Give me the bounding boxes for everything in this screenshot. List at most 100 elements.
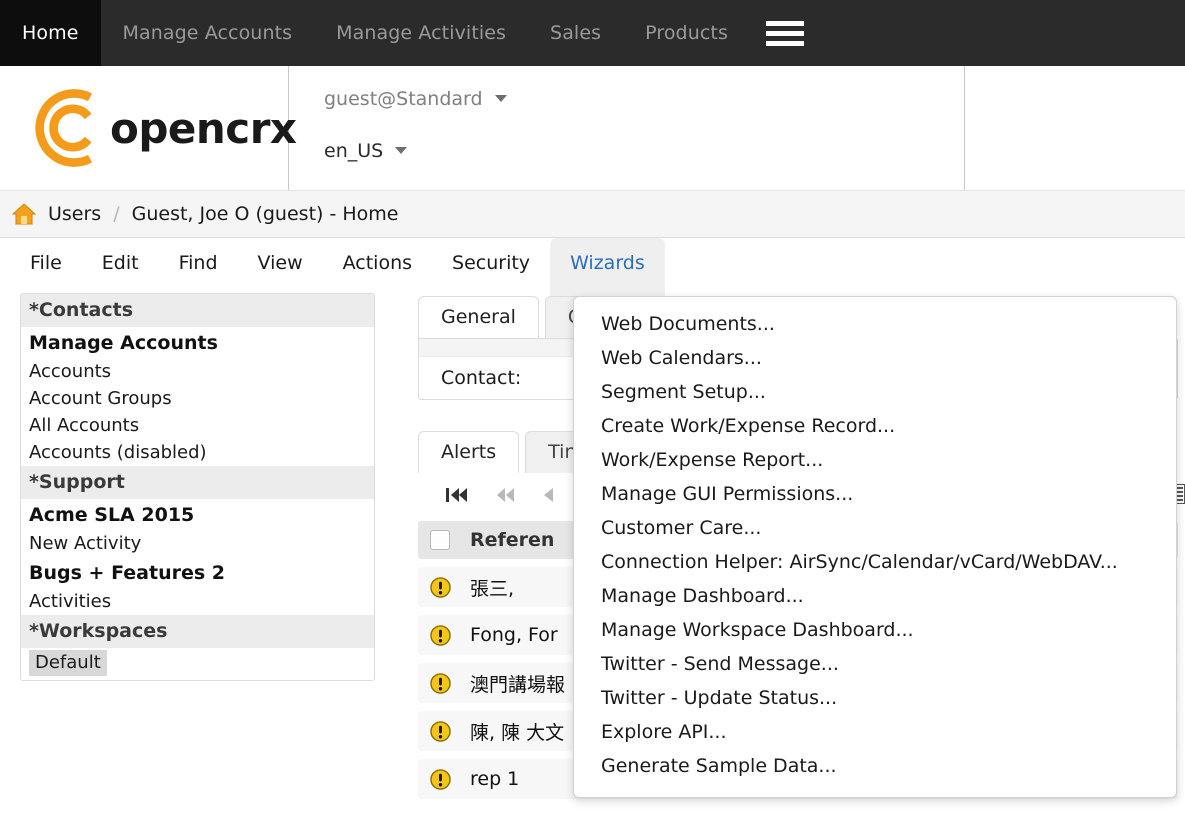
- sidebar-item-label: Manage Accounts: [29, 332, 218, 354]
- sidebar-item-manage-accounts[interactable]: Manage Accounts: [21, 327, 374, 358]
- menu-item-label: Wizards: [570, 252, 645, 274]
- sidebar-item-label: All Accounts: [29, 415, 140, 436]
- wizard-item-web-calendars[interactable]: Web Calendars...: [574, 341, 1176, 375]
- wizard-item-label: Twitter - Send Message...: [601, 653, 839, 675]
- menu-item-actions[interactable]: Actions: [323, 238, 432, 290]
- hamburger-bar: [765, 40, 804, 46]
- sidebar-item-account-groups[interactable]: Account Groups: [21, 385, 374, 412]
- user-account-selector[interactable]: guest@Standard: [324, 88, 507, 110]
- sidebar-item-bugs-features-2[interactable]: Bugs + Features 2: [21, 557, 374, 588]
- sidebar-item-label: Accounts (disabled): [29, 442, 207, 463]
- menu-item-label: Security: [452, 252, 531, 274]
- sidebar-item-all-accounts[interactable]: All Accounts: [21, 412, 374, 439]
- tab-label: General: [441, 306, 516, 328]
- sidebar-item-accounts-disabled[interactable]: Accounts (disabled): [21, 439, 374, 466]
- wizard-item-work-expense-report[interactable]: Work/Expense Report...: [574, 443, 1176, 477]
- wizard-item-label: Create Work/Expense Record...: [601, 415, 896, 437]
- wizard-item-label: Segment Setup...: [601, 381, 766, 403]
- wizards-dropdown-menu: Web Documents... Web Calendars... Segmen…: [573, 296, 1177, 798]
- sidebar-item-label: New Activity: [29, 533, 142, 554]
- wizard-item-label: Manage GUI Permissions...: [601, 483, 854, 505]
- wizard-item-manage-dashboard[interactable]: Manage Dashboard...: [574, 579, 1176, 613]
- menu-item-wizards[interactable]: Wizards: [550, 238, 665, 298]
- sidebar-item-label: Default: [35, 652, 101, 673]
- menu-item-security[interactable]: Security: [432, 238, 550, 290]
- wizard-item-web-documents[interactable]: Web Documents...: [574, 307, 1176, 341]
- breadcrumb: Users / Guest, Joe O (guest) - Home: [0, 191, 1185, 238]
- wizard-item-create-work-expense-record[interactable]: Create Work/Expense Record...: [574, 409, 1176, 443]
- wizard-item-label: Twitter - Update Status...: [601, 687, 838, 709]
- alert-reference: 張三,: [470, 577, 515, 600]
- alert-reference: 澳門講場報: [470, 673, 566, 696]
- rewind-page-icon[interactable]: [494, 487, 516, 503]
- wizard-item-connection-helper[interactable]: Connection Helper: AirSync/Calendar/vCar…: [574, 545, 1176, 579]
- menu-item-find[interactable]: Find: [159, 238, 238, 290]
- alert-icon: [430, 576, 451, 598]
- menu-item-edit[interactable]: Edit: [82, 238, 159, 290]
- topnav-item-label: Manage Activities: [336, 22, 507, 44]
- sidebar-item-activities[interactable]: Activities: [21, 588, 374, 615]
- chevron-down-icon: [395, 147, 408, 154]
- wizard-item-twitter-update-status[interactable]: Twitter - Update Status...: [574, 681, 1176, 715]
- user-account-label: guest@Standard: [324, 88, 483, 110]
- wizard-item-label: Manage Dashboard...: [601, 585, 804, 607]
- hamburger-icon[interactable]: [750, 0, 820, 66]
- wizard-item-label: Manage Workspace Dashboard...: [601, 619, 914, 641]
- tab-alerts[interactable]: Alerts: [418, 431, 520, 473]
- wizard-item-customer-care[interactable]: Customer Care...: [574, 511, 1176, 545]
- column-header-reference: Referen: [470, 529, 555, 551]
- wizard-item-label: Customer Care...: [601, 517, 762, 539]
- sidebar-item-new-activity[interactable]: New Activity: [21, 530, 374, 557]
- wizard-item-label: Work/Expense Report...: [601, 449, 824, 471]
- wizard-item-segment-setup[interactable]: Segment Setup...: [574, 375, 1176, 409]
- locale-selector[interactable]: en_US: [324, 140, 408, 162]
- menu-item-label: Edit: [101, 252, 139, 274]
- topnav-item-label: Home: [22, 22, 79, 44]
- app-logo[interactable]: opencrx: [18, 80, 297, 176]
- alert-reference: 陳, 陳 大文: [470, 721, 565, 744]
- breadcrumb-root[interactable]: Users: [48, 203, 101, 225]
- logo-wordmark: opencrx: [110, 103, 297, 153]
- topnav-item-manage-activities[interactable]: Manage Activities: [314, 0, 528, 66]
- wizard-item-generate-sample-data[interactable]: Generate Sample Data...: [574, 749, 1176, 783]
- menu-item-file[interactable]: File: [10, 238, 82, 290]
- sidebar-item-default[interactable]: Default: [29, 650, 107, 676]
- tab-general[interactable]: General: [418, 296, 539, 338]
- alert-icon: [430, 672, 451, 694]
- wizard-item-explore-api[interactable]: Explore API...: [574, 715, 1176, 749]
- breadcrumb-separator: /: [113, 203, 120, 225]
- wizard-item-label: Web Calendars...: [601, 347, 762, 369]
- alert-reference: rep 1: [470, 768, 520, 790]
- session-block: guest@Standard en_US: [290, 66, 965, 190]
- topnav-item-manage-accounts[interactable]: Manage Accounts: [101, 0, 315, 66]
- sidebar-item-label: Bugs + Features 2: [29, 562, 225, 584]
- sidebar-item-label: Account Groups: [29, 388, 172, 409]
- topnav-item-sales[interactable]: Sales: [528, 0, 623, 66]
- wizard-item-label: Explore API...: [601, 721, 727, 743]
- locale-label: en_US: [324, 140, 384, 162]
- sidebar-item-acme-sla-2015[interactable]: Acme SLA 2015: [21, 499, 374, 530]
- wizard-item-label: Web Documents...: [601, 313, 775, 335]
- sidebar-item-accounts[interactable]: Accounts: [21, 358, 374, 385]
- topnav-item-home[interactable]: Home: [0, 0, 101, 66]
- first-page-icon[interactable]: [446, 487, 468, 503]
- wizard-item-manage-workspace-dashboard[interactable]: Manage Workspace Dashboard...: [574, 613, 1176, 647]
- sidebar-item-label: Accounts: [29, 361, 112, 382]
- topnav-item-label: Products: [645, 22, 728, 44]
- home-icon[interactable]: [12, 203, 36, 225]
- sidebar-item-label: Acme SLA 2015: [29, 504, 195, 526]
- wizard-item-manage-gui-permissions[interactable]: Manage GUI Permissions...: [574, 477, 1176, 511]
- topnav-item-products[interactable]: Products: [623, 0, 750, 66]
- alert-icon: [430, 768, 451, 790]
- wizard-item-twitter-send-message[interactable]: Twitter - Send Message...: [574, 647, 1176, 681]
- topnav-item-label: Manage Accounts: [122, 22, 293, 44]
- hamburger-bar: [765, 30, 804, 36]
- menu-item-label: File: [30, 252, 62, 274]
- select-all-checkbox[interactable]: [430, 530, 450, 550]
- sidebar-group-label: *Contacts: [29, 299, 134, 321]
- hamburger-bar: [765, 20, 804, 26]
- menu-item-label: View: [257, 252, 303, 274]
- sidebar-item-label: Activities: [29, 591, 112, 612]
- menu-item-view[interactable]: View: [238, 238, 323, 290]
- previous-page-icon[interactable]: [542, 487, 554, 503]
